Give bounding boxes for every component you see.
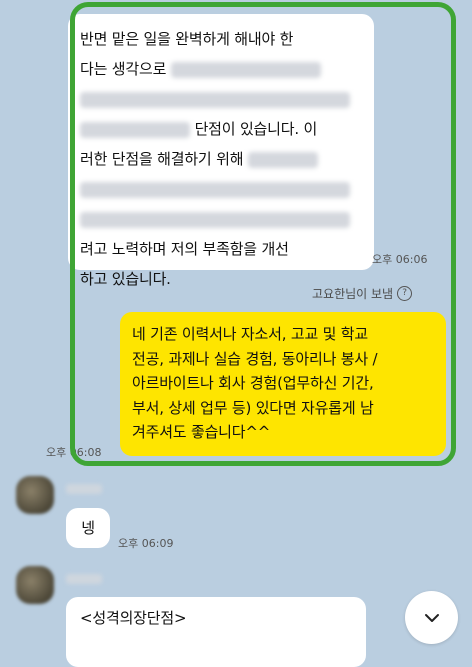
message-time: 오후 06:09: [118, 537, 174, 550]
info-circle-icon[interactable]: ?: [397, 286, 413, 301]
message-line: 겨주셔도 좋습니다^^: [132, 423, 271, 441]
redacted-text: [247, 151, 318, 168]
message-line: [80, 84, 362, 114]
message-line: 려고 노력하며 저의 부족함을 개선: [80, 240, 289, 258]
avatar[interactable]: [16, 566, 54, 604]
message-line: 아르바이트나 회사 경험(업무하신 기간,: [132, 374, 374, 392]
message-line: 네 기존 이력서나 자소서, 고교 및 학교: [132, 325, 368, 343]
message-line: 다는 생각으로: [80, 54, 362, 84]
message-bubble-incoming[interactable]: 넹: [66, 508, 110, 548]
sender-name-redacted: [66, 574, 102, 584]
message-time: 오후 06:06: [372, 253, 428, 266]
message-line: 러한 단점을 해결하기 위해: [80, 144, 362, 174]
redacted-text: [170, 61, 321, 78]
redacted-text: [80, 211, 350, 228]
redacted-text: [80, 91, 350, 108]
scroll-to-bottom-button[interactable]: [405, 591, 458, 644]
message-line: [80, 204, 362, 234]
redacted-text: [80, 181, 350, 198]
avatar[interactable]: [16, 476, 54, 514]
message-line: 부서, 상세 업무 등) 있다면 자유롭게 남: [132, 398, 374, 417]
redacted-text: [80, 121, 190, 138]
message-bubble-outgoing[interactable]: 네 기존 이력서나 자소서, 고교 및 학교 전공, 과제나 실습 경험, 동아…: [120, 312, 446, 456]
message-bubble-incoming[interactable]: 반면 맡은 일을 완벽하게 해내야 한 다는 생각으로 단점이 있습니다. 이 …: [68, 14, 374, 288]
message-line: 반면 맡은 일을 완벽하게 해내야 한: [80, 30, 294, 48]
message-time: 오후 06:08: [46, 446, 102, 459]
message-line: 전공, 과제나 실습 경험, 동아리나 봉사 /: [132, 349, 378, 368]
message-line: 단점이 있습니다. 이: [80, 114, 362, 144]
sent-by-notice: 고요한님이 보냄 ?: [312, 285, 413, 302]
message-line: [80, 174, 362, 204]
message-bubble-incoming[interactable]: <성격의장단점>: [66, 597, 366, 667]
chevron-down-icon: [424, 613, 439, 622]
sender-name-redacted: [66, 484, 102, 494]
